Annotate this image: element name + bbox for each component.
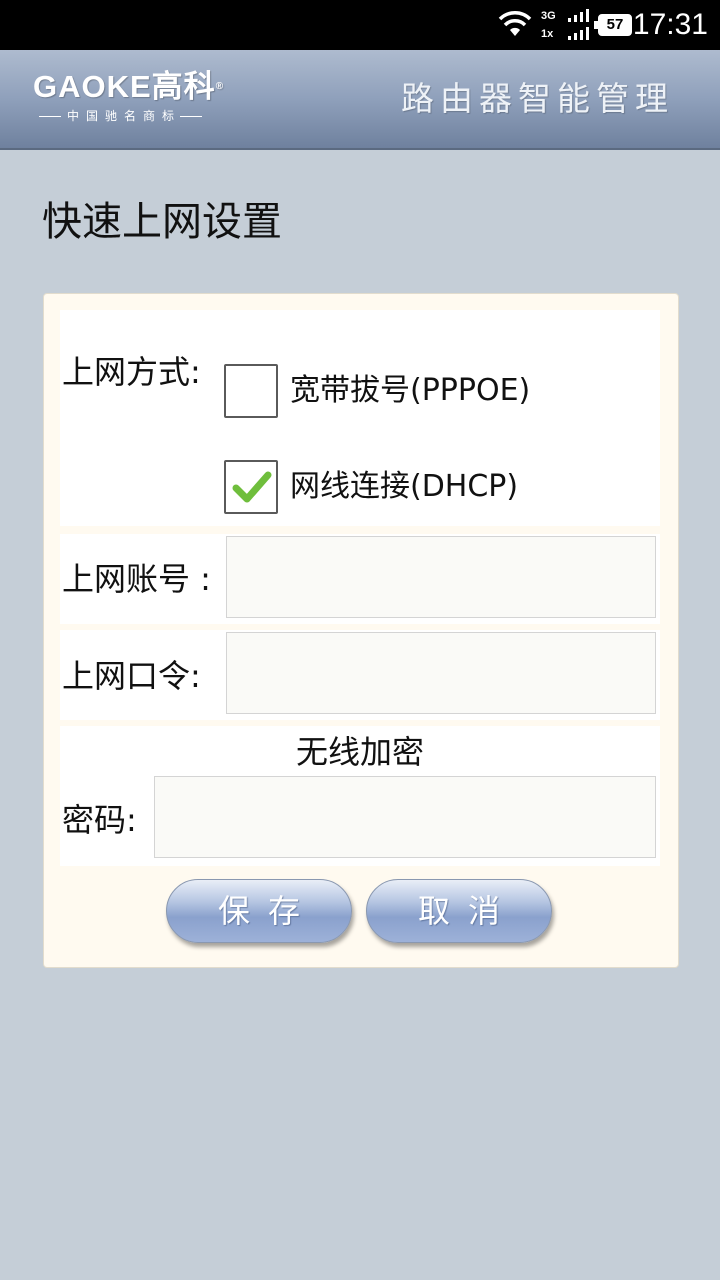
logo-text: GAOKE高科 [33,69,216,104]
wireless-section: 无线加密 密码: [60,726,660,866]
wireless-heading: 无线加密 [295,733,424,771]
save-button[interactable]: 保存 [166,879,352,943]
password-section: 上网口令: [60,630,660,720]
logo-mark: ® [215,81,225,92]
wifi-icon [498,11,532,36]
password-input[interactable] [226,632,656,714]
battery-icon: 57 [594,14,632,36]
cancel-button[interactable]: 取消 [366,879,552,943]
pppoe-checkbox[interactable] [224,364,278,418]
status-bar: 3G 1x 57 17:31 [0,0,720,50]
wifi-password-label: 密码: [62,801,137,839]
account-input[interactable] [226,536,656,618]
settings-card: 上网方式: 宽带拔号(PPPOE) 网线连接(DHCP) 上网账号 : 上网口令… [43,293,679,968]
status-time: 17:31 [632,8,708,41]
account-section: 上网账号 : [60,534,660,624]
dhcp-option-label[interactable]: 网线连接(DHCP) [290,467,518,507]
page-title: 快速上网设置 [42,199,282,245]
app-header: GAOKE高科® 中国驰名商标 路由器智能管理 [0,50,720,150]
logo-subtitle: 中国驰名商标 [67,109,182,123]
dhcp-checkbox[interactable] [224,460,278,514]
signal-icon: 3G 1x [538,8,592,44]
connection-type-label: 上网方式: [62,353,201,391]
checkmark-icon [232,471,272,503]
wifi-password-input[interactable] [154,776,656,858]
battery-level: 57 [606,16,624,33]
pppoe-option-label[interactable]: 宽带拔号(PPPOE) [290,371,530,411]
brand-logo: GAOKE高科® 中国驰名商标 [33,70,224,124]
header-title: 路由器智能管理 [401,79,674,118]
password-label: 上网口令: [62,657,201,695]
connection-type-section: 上网方式: 宽带拔号(PPPOE) 网线连接(DHCP) [60,310,660,526]
account-label: 上网账号 : [62,560,211,598]
